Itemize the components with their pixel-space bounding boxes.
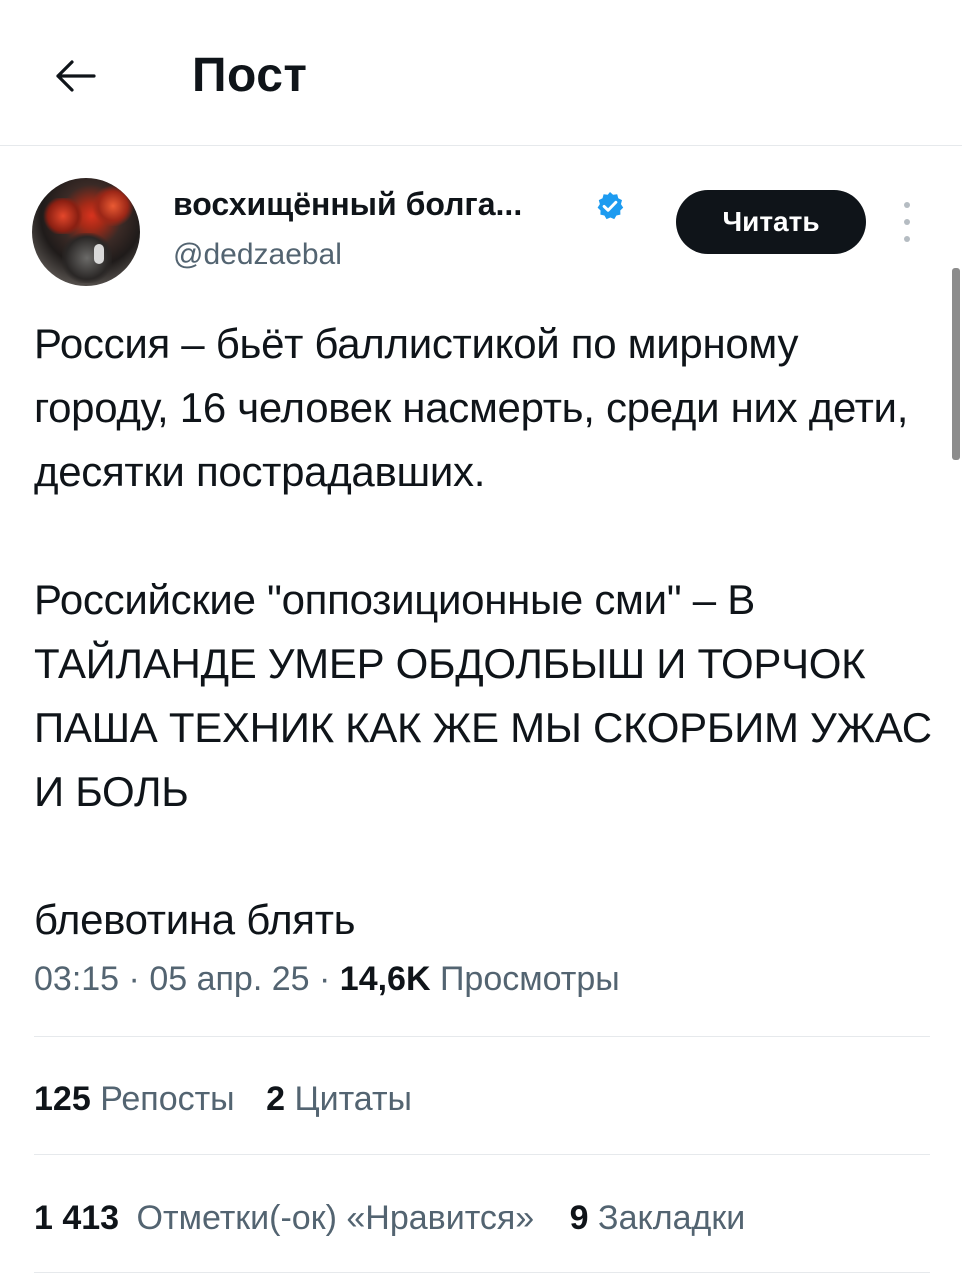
likes-count: 1 413 [34, 1199, 120, 1237]
divider [34, 1036, 930, 1037]
tweet-text: Россия – бьёт баллистикой по мирному гор… [34, 312, 934, 952]
avatar[interactable] [32, 178, 140, 286]
tweet-time[interactable]: 03:15 [34, 960, 119, 998]
more-vertical-icon[interactable] [896, 202, 918, 242]
scrollbar[interactable] [952, 268, 960, 460]
stats-row-reposts: 125 Репосты 2 Цитаты [34, 1077, 412, 1121]
page-title: Пост [192, 49, 308, 102]
top-bar: Пост [0, 0, 962, 146]
arrow-left-icon [56, 60, 96, 92]
bookmarks-count: 9 [569, 1199, 589, 1237]
tweet-paragraph: Россия – бьёт баллистикой по мирному гор… [34, 320, 909, 495]
reposts-stat[interactable]: 125 Репосты [34, 1077, 235, 1121]
reposts-label: Репосты [100, 1080, 235, 1118]
views-count: 14,6K [339, 960, 431, 998]
author-handle[interactable]: @dedzaebal [173, 236, 342, 274]
verified-badge-icon [597, 192, 624, 220]
bookmarks-label: Закладки [598, 1199, 746, 1237]
author-display-name[interactable]: восхищённый болга... [173, 184, 522, 224]
meta-separator: · [128, 960, 140, 998]
back-button[interactable] [48, 48, 104, 104]
follow-button[interactable]: Читать [676, 190, 866, 254]
likes-stat[interactable]: 1 413 Отметки(-ок) «Нравится» [34, 1196, 534, 1240]
likes-label: Отметки(-ок) «Нравится» [136, 1199, 535, 1237]
tweet-paragraph: Российские "оппозиционные сми" – В ТАЙЛА… [34, 576, 932, 815]
meta-separator: · [319, 960, 331, 998]
views-label: Просмотры [439, 960, 620, 998]
tweet-meta: 03:15 · 05 апр. 25 · 14,6K Просмотры [34, 956, 620, 1002]
divider [34, 1272, 930, 1273]
quotes-stat[interactable]: 2 Цитаты [266, 1077, 412, 1121]
bookmarks-stat[interactable]: 9 Закладки [570, 1196, 746, 1240]
quotes-count: 2 [266, 1080, 285, 1118]
divider [34, 1154, 930, 1155]
reposts-count: 125 [34, 1080, 91, 1118]
tweet-date[interactable]: 05 апр. 25 [149, 960, 309, 998]
stats-row-likes: 1 413 Отметки(-ок) «Нравится» 9 Закладки [34, 1196, 745, 1240]
tweet-paragraph: блевотина блять [34, 896, 356, 943]
quotes-label: Цитаты [294, 1080, 412, 1118]
